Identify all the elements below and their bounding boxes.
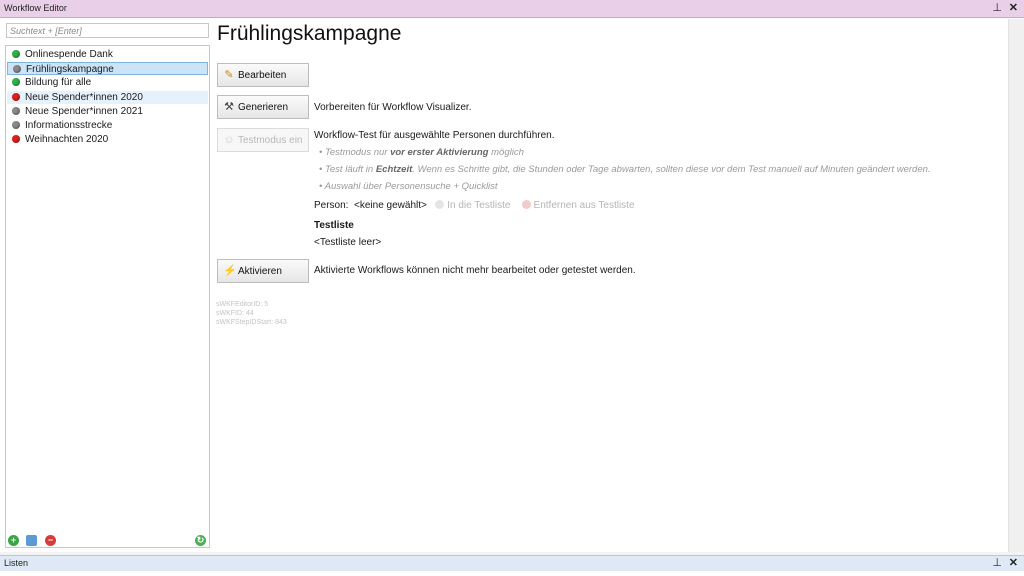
workflow-label: Informationsstrecke <box>25 120 113 131</box>
status-dot-icon <box>12 106 20 115</box>
add-to-testlist-link[interactable]: In die Testliste <box>435 200 510 211</box>
window-titlebar: Workflow Editor ⊥ ✕ <box>0 0 1024 18</box>
window-title: Workflow Editor <box>4 3 67 13</box>
workflow-label: Neue Spender*innen 2021 <box>25 105 143 117</box>
pin-icon[interactable]: ⊥ <box>992 2 1002 14</box>
workflow-detail: Frühlingskampagne ✎ Bearbeiten ⚒ Generiere… <box>214 19 1008 552</box>
person-label: Person: <box>314 200 349 211</box>
listen-panel-title: Listen <box>4 558 29 568</box>
generate-description: Vorbereiten für Workflow Visualizer. <box>314 102 472 113</box>
workflow-list-item[interactable]: Neue Spender*innen 2020 <box>7 90 208 104</box>
workflow-list-item[interactable]: Frühlingskampagne <box>7 62 208 76</box>
status-dot-icon <box>12 135 20 144</box>
status-dot-icon <box>12 50 20 58</box>
workflow-label: Onlinespende Dank <box>25 49 113 60</box>
edit-button-label: Bearbeiten <box>238 69 287 81</box>
workflow-list-item[interactable]: Onlinespende Dank <box>7 48 208 61</box>
add-icon[interactable]: + <box>8 535 19 546</box>
workflow-label: Weihnachten 2020 <box>25 134 109 146</box>
activate-button[interactable]: ⚡ Aktivieren <box>217 259 309 283</box>
person-row: Person: <keine gewählt> In die Testliste… <box>314 200 635 211</box>
edit-button[interactable]: ✎ Bearbeiten <box>217 63 309 87</box>
editor-id: sWKFEditorID: 5 <box>216 301 269 308</box>
vertical-scrollbar[interactable] <box>1008 19 1024 552</box>
step-id: sWKFStepIDStart: 843 <box>216 319 287 326</box>
list-toolbar: + − ↻ <box>6 535 212 549</box>
copy-icon[interactable] <box>26 535 37 546</box>
testmode-button-label: Testmodus ein <box>238 134 303 146</box>
wand-icon: ⚒ <box>224 101 234 113</box>
testmode-hint-3: • Auswahl über Personensuche + Quicklist <box>319 181 498 192</box>
workflow-list-item[interactable]: Informationsstrecke <box>7 119 208 132</box>
listen-panel-titlebar: Listen ⊥ ✕ <box>0 555 1024 571</box>
status-dot-icon <box>13 65 21 74</box>
search-input[interactable] <box>6 23 209 38</box>
remove-from-testlist-link[interactable]: Entfernen aus Testliste <box>521 200 635 211</box>
lightning-icon: ⚡ <box>223 265 237 277</box>
close-icon[interactable]: ✕ <box>1009 557 1018 569</box>
pencil-icon: ✎ <box>224 69 234 81</box>
status-dot-icon <box>12 92 20 101</box>
user-icon: ☺ <box>223 134 235 146</box>
person-value[interactable]: <keine gewählt> <box>354 200 427 211</box>
workflow-label: Frühlingskampagne <box>26 64 114 76</box>
generate-button-label: Generieren <box>238 101 289 113</box>
workflow-label: Bildung für alle <box>25 77 92 89</box>
workflow-list-item[interactable]: Bildung für alle <box>7 76 208 89</box>
testlist-empty: <Testliste leer> <box>314 237 382 248</box>
workflow-list-item[interactable]: Weihnachten 2020 <box>7 133 208 146</box>
testmode-description: Workflow-Test für ausgewählte Personen d… <box>314 130 555 141</box>
page-title: Frühlingskampagne <box>217 22 402 45</box>
debug-ids: sWKFEditorID: 5 sWKFID: 44 sWKFStepIDSta… <box>216 300 287 327</box>
pin-icon[interactable]: ⊥ <box>992 557 1002 569</box>
add-circle-icon <box>435 200 445 209</box>
remove-circle-icon <box>521 200 531 209</box>
workflow-id: sWKFID: 44 <box>216 310 254 317</box>
generate-button[interactable]: ⚒ Generieren <box>217 95 309 119</box>
activate-description: Aktivierte Workflows können nicht mehr b… <box>314 265 636 276</box>
testmode-hint-2: • Test läuft in Echtzeit. Wenn es Schrit… <box>319 164 931 175</box>
testlist-heading: Testliste <box>314 220 354 231</box>
activate-button-label: Aktivieren <box>238 265 282 277</box>
workflow-label: Neue Spender*innen 2020 <box>25 91 143 103</box>
workflow-list: Onlinespende Dank Frühlingskampagne Bildun… <box>5 45 210 548</box>
status-dot-icon <box>12 78 20 87</box>
testmode-button[interactable]: ☺ Testmodus ein <box>217 128 309 152</box>
workflow-list-pane: Onlinespende Dank FrühlingskampagneBildun… <box>0 19 214 552</box>
workflow-list-item[interactable]: Neue Spender*innen 2021 <box>7 105 208 118</box>
status-dot-icon <box>12 121 20 129</box>
refresh-icon[interactable]: ↻ <box>195 535 206 546</box>
close-icon[interactable]: ✕ <box>1009 2 1018 14</box>
testmode-hint-1: • Testmodus nur vor erster Aktivierung m… <box>319 147 524 158</box>
delete-icon[interactable]: − <box>45 535 56 546</box>
